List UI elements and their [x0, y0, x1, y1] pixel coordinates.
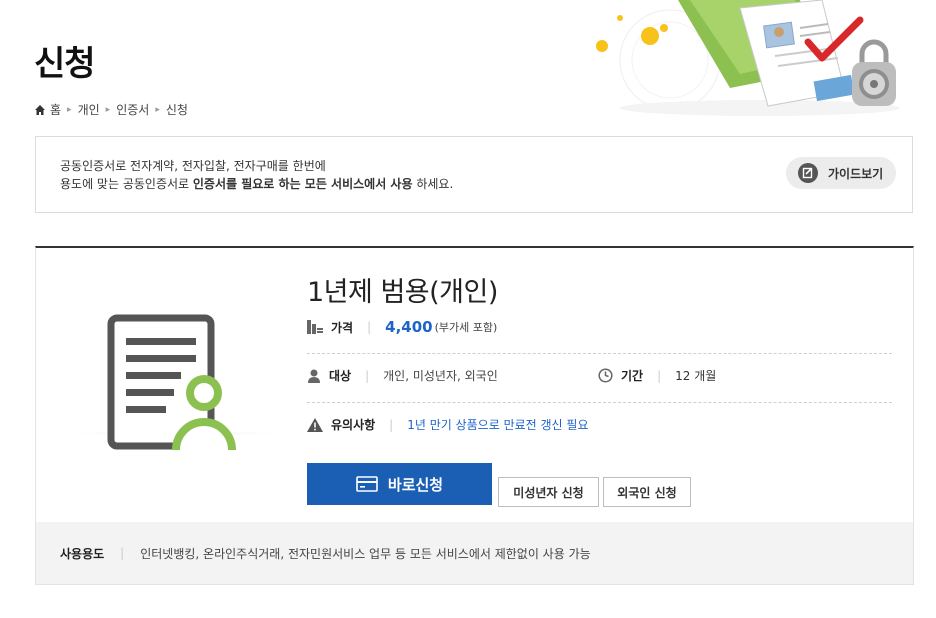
period-label: 기간	[621, 369, 644, 383]
divider	[307, 402, 892, 403]
caution-row: 유의사항 | 1년 만기 상품으로 만료전 갱신 필요	[307, 416, 892, 433]
price-icon	[307, 320, 323, 334]
apply-now-label: 바로신청	[387, 475, 444, 494]
notice-box: 공동인증서로 전자계약, 전자입찰, 전자구매를 한번에 용도에 맞는 공동인증…	[35, 136, 913, 213]
user-icon	[308, 369, 320, 383]
caution-label: 유의사항	[331, 418, 376, 432]
notice-text-line2: 용도에 맞는 공동인증서로 인증서를 필요로 하는 모든 서비스에서 사용 하세…	[60, 177, 454, 191]
divider	[307, 353, 892, 354]
price-row: 가격 | 4,400 (부가세 포함)	[307, 318, 892, 336]
breadcrumb-separator: ▸	[105, 104, 111, 115]
breadcrumb: 홈 ▸ 개인 ▸ 인증서 ▸ 신청	[34, 101, 188, 118]
document-user-icon	[66, 314, 286, 451]
breadcrumb-personal[interactable]: 개인	[78, 101, 100, 118]
foreigner-apply-button[interactable]: 외국인 신청	[603, 477, 691, 507]
card-icon	[356, 476, 378, 492]
guide-icon	[798, 163, 818, 183]
target-label: 대상	[329, 369, 352, 383]
price-note: (부가세 포함)	[434, 321, 498, 334]
caution-value: 1년 만기 상품으로 만료전 갱신 필요	[407, 418, 589, 432]
home-icon[interactable]	[34, 104, 46, 116]
price-value: 4,400	[385, 318, 433, 336]
minor-apply-button[interactable]: 미성년자 신청	[498, 477, 599, 507]
breadcrumb-home[interactable]: 홈	[50, 101, 61, 118]
period-row: 기간 | 12 개월	[598, 367, 716, 384]
warning-icon	[307, 417, 323, 432]
usage-label: 사용용도	[60, 546, 105, 561]
notice-text-line1: 공동인증서로 전자계약, 전자입찰, 전자구매를 한번에	[60, 159, 326, 173]
usage-section: 사용용도 | 인터넷뱅킹, 온라인주식거래, 전자민원서비스 업무 등 모든 서…	[36, 522, 913, 584]
clock-icon	[598, 368, 613, 383]
product-title: 1년제 범용(개인)	[307, 277, 498, 308]
guide-button-label: 가이드보기	[828, 166, 884, 181]
page-title: 신청	[34, 44, 96, 84]
product-card: 1년제 범용(개인) 가격 | 4,400 (부가세 포함) 대상 | 개인, …	[35, 246, 914, 585]
target-value: 개인, 미성년자, 외국인	[383, 369, 498, 383]
breadcrumb-separator: ▸	[67, 104, 72, 115]
breadcrumb-apply[interactable]: 신청	[166, 101, 188, 118]
breadcrumb-separator: ▸	[155, 104, 160, 115]
apply-now-button[interactable]: 바로신청	[307, 463, 492, 505]
usage-value: 인터넷뱅킹, 온라인주식거래, 전자민원서비스 업무 등 모든 서비스에서 제한…	[140, 546, 591, 561]
breadcrumb-certificate[interactable]: 인증서	[116, 101, 149, 118]
price-label: 가격	[331, 320, 354, 335]
guide-button[interactable]: 가이드보기	[786, 157, 896, 189]
hero-illustration	[596, 0, 900, 116]
period-value: 12 개월	[675, 369, 717, 383]
